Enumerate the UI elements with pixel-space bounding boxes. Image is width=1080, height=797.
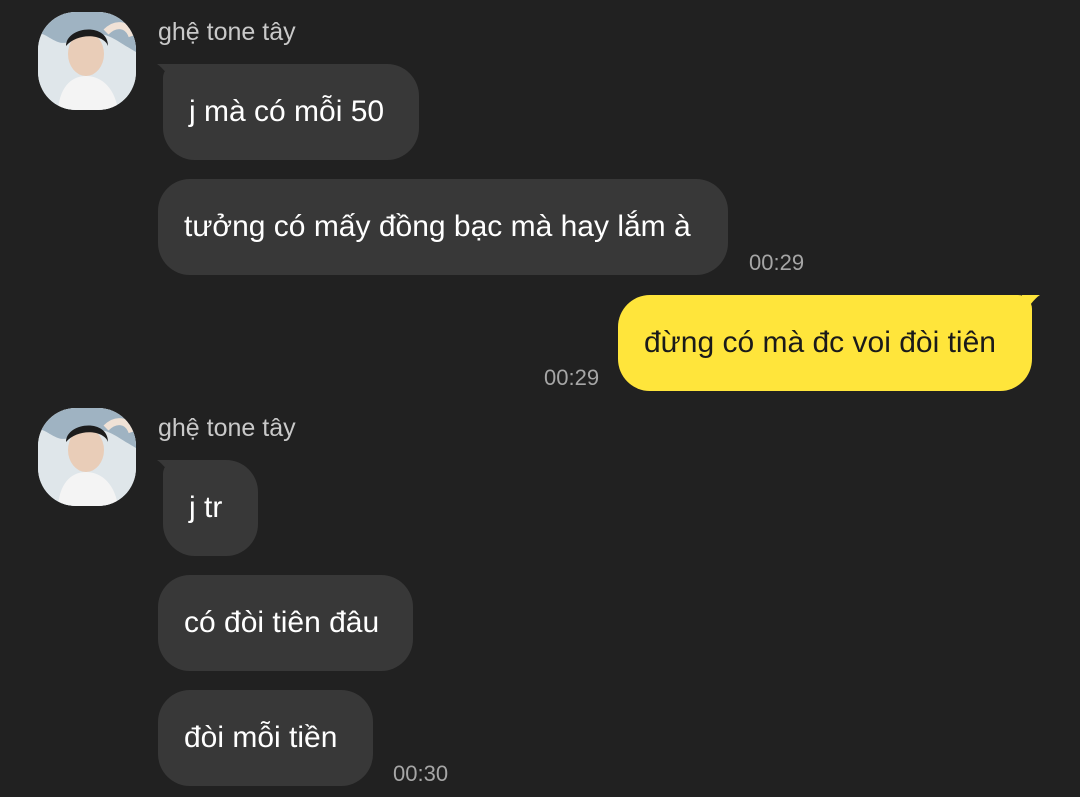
incoming-message-bubble[interactable]: đòi mỗi tiền bbox=[158, 690, 373, 786]
message-timestamp: 00:29 bbox=[749, 250, 805, 275]
chat-thread: ghệ tone tây j mà có mỗi 50 tưởng có mấy… bbox=[0, 0, 1080, 797]
incoming-message-bubble[interactable]: j tr bbox=[163, 460, 258, 556]
incoming-message-bubble[interactable]: tưởng có mấy đồng bạc mà hay lắm à bbox=[158, 179, 728, 275]
message-timestamp: 00:29 bbox=[544, 365, 600, 390]
sender-avatar[interactable] bbox=[38, 408, 136, 506]
profile-photo-icon bbox=[38, 12, 136, 110]
sender-name: ghệ tone tây bbox=[158, 18, 296, 46]
incoming-message-bubble[interactable]: có đòi tiên đâu bbox=[158, 575, 413, 671]
sender-avatar[interactable] bbox=[38, 12, 136, 110]
profile-photo-icon bbox=[38, 408, 136, 506]
outgoing-message-bubble[interactable]: đừng có mà đc voi đòi tiên bbox=[618, 295, 1032, 391]
incoming-message-bubble[interactable]: j mà có mỗi 50 bbox=[163, 64, 419, 160]
sender-name: ghệ tone tây bbox=[158, 414, 296, 442]
bubble-tail bbox=[1022, 295, 1040, 317]
message-timestamp: 00:30 bbox=[393, 761, 449, 786]
